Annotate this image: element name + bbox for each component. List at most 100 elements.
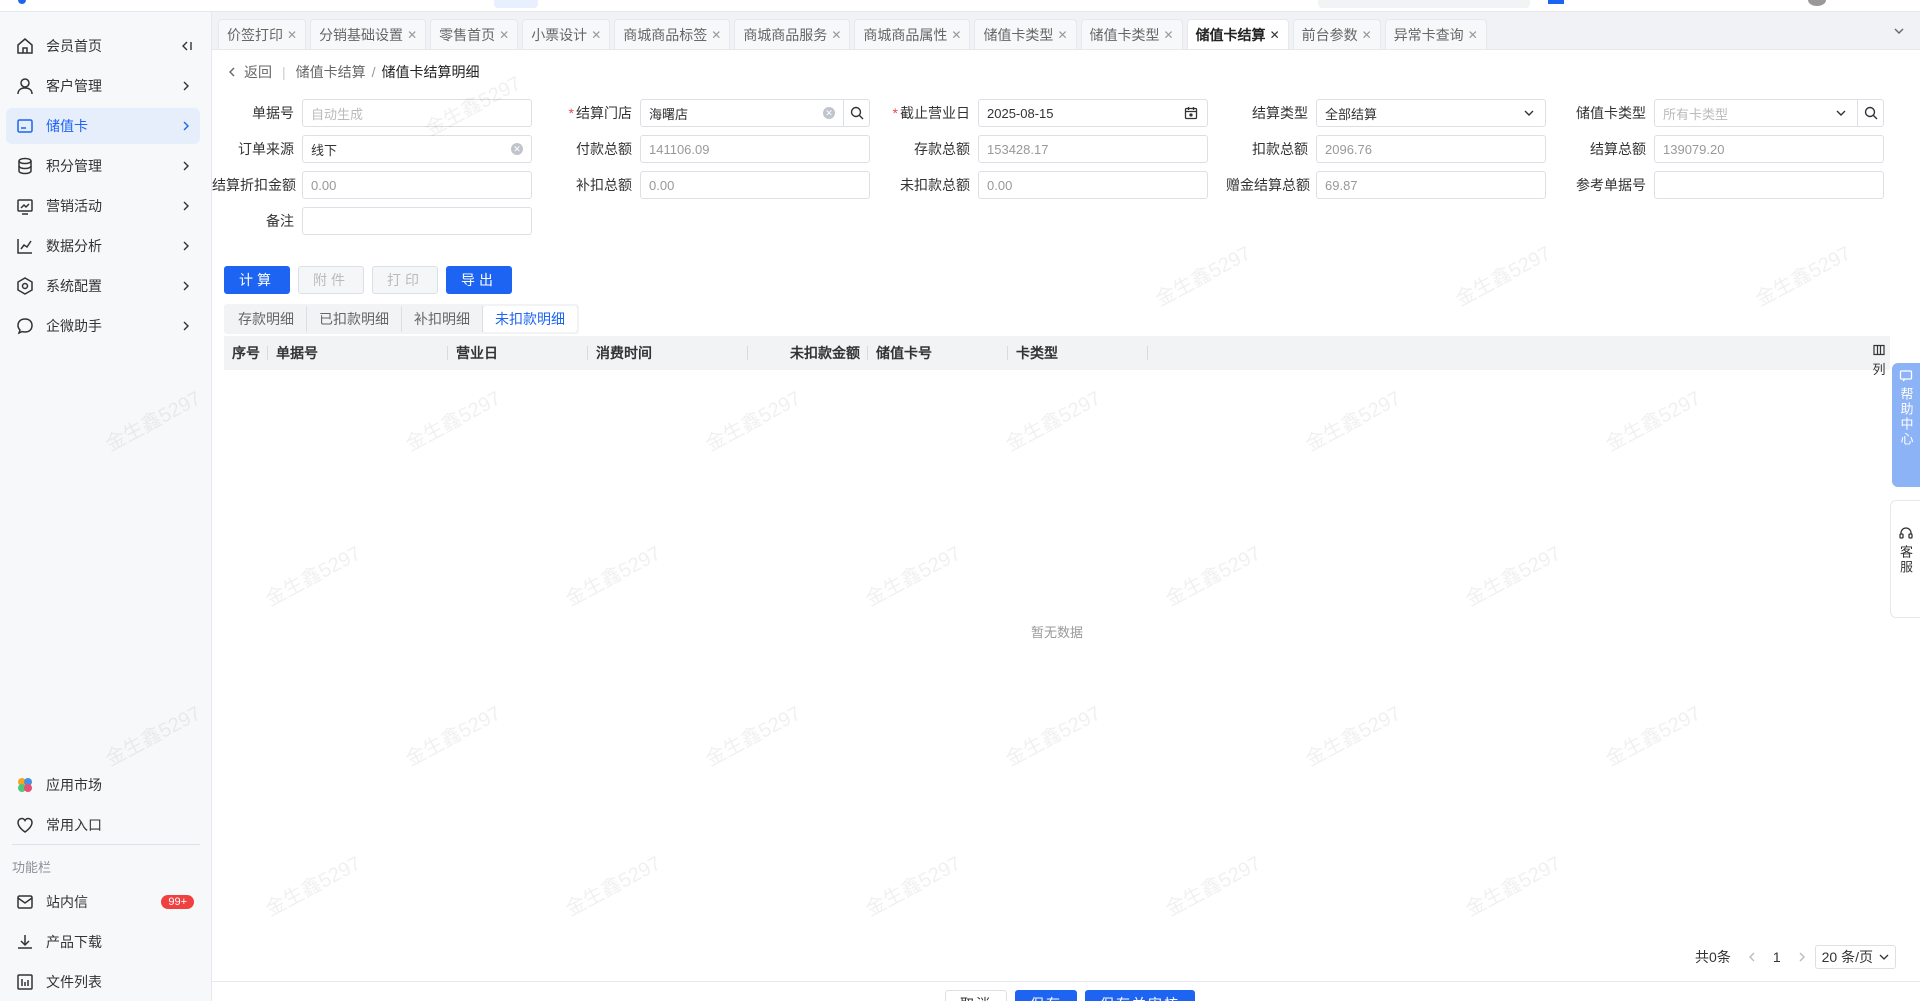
settle-store-input[interactable]: 海曙店 ✕: [640, 99, 870, 127]
save-button[interactable]: 保存: [1015, 990, 1077, 1001]
card-type-select[interactable]: 所有卡类型: [1654, 99, 1884, 127]
pay-total-field: 141106.09: [640, 135, 870, 163]
sidebar-item-settings[interactable]: 系统配置: [6, 268, 200, 304]
breadcrumb-parent[interactable]: 储值卡结算: [296, 62, 366, 82]
col-undeducted-amount[interactable]: 未扣款金额: [748, 336, 868, 370]
sidebar-item-wecom[interactable]: 企微助手: [6, 308, 200, 344]
breadcrumb: 返回 | 储值卡结算 / 储值卡结算明细: [226, 62, 480, 82]
tab-card-type-1[interactable]: 储值卡类型 ✕: [974, 19, 1077, 49]
prev-page-button[interactable]: [1747, 952, 1757, 962]
doc-no-input[interactable]: 自动生成: [302, 99, 532, 127]
close-icon[interactable]: ✕: [287, 28, 297, 42]
chevron-right-icon: [178, 278, 194, 294]
save-and-audit-button[interactable]: 保存并审核: [1085, 990, 1195, 1001]
close-icon[interactable]: ✕: [1164, 28, 1174, 42]
card-type-search-button[interactable]: [1857, 100, 1883, 126]
close-icon[interactable]: ✕: [499, 28, 509, 42]
col-doc-no[interactable]: 单据号: [268, 336, 448, 370]
field-undeducted: 未扣款总额 0.00: [888, 170, 1208, 200]
sidebar-item-stored-card[interactable]: 储值卡: [6, 108, 200, 144]
close-icon[interactable]: ✕: [1057, 28, 1067, 42]
end-date-picker[interactable]: 2025-08-15: [978, 99, 1208, 127]
detail-table: 序号 单据号 营业日 消费时间 未扣款金额 储值卡号 卡类型 列 暂无数据: [224, 336, 1890, 942]
page-size-select[interactable]: 20 条/页: [1814, 945, 1896, 969]
table-header: 序号 单据号 营业日 消费时间 未扣款金额 储值卡号 卡类型: [224, 336, 1890, 370]
tab-mall-product-tags[interactable]: 商城商品标签 ✕: [614, 19, 731, 49]
attachment-button[interactable]: 附件: [298, 266, 364, 294]
tab-mall-product-attributes[interactable]: 商城商品属性 ✕: [854, 19, 971, 49]
ref-doc-input[interactable]: [1654, 171, 1884, 199]
print-button[interactable]: 打印: [372, 266, 438, 294]
calendar-icon[interactable]: [1183, 105, 1199, 121]
close-icon[interactable]: ✕: [1362, 28, 1372, 42]
field-deposit-total: 存款总额 153428.17: [888, 134, 1208, 164]
field-card-type: 储值卡类型 所有卡类型: [1564, 98, 1884, 128]
remark-input[interactable]: [302, 207, 532, 235]
col-card-no[interactable]: 储值卡号: [868, 336, 1008, 370]
clear-icon[interactable]: ✕: [823, 107, 835, 119]
field-end-biz-date: * 截止营业日 2025-08-15: [888, 98, 1208, 128]
col-filler: [1148, 336, 1890, 370]
sidebar-item-files[interactable]: 文件列表: [6, 964, 200, 1000]
clear-icon[interactable]: ✕: [511, 143, 523, 155]
back-button[interactable]: 返回: [226, 62, 272, 82]
global-search[interactable]: [1318, 0, 1530, 8]
top-nav-active[interactable]: [494, 0, 538, 8]
sidebar-item-customers[interactable]: 客户管理: [6, 68, 200, 104]
settle-type-select[interactable]: 全部结算: [1316, 99, 1546, 127]
export-button[interactable]: 导出: [446, 266, 512, 294]
chat-icon: [14, 315, 36, 337]
sidebar-item-favorites[interactable]: 常用入口: [6, 807, 200, 843]
tab-mall-product-services[interactable]: 商城商品服务 ✕: [734, 19, 851, 49]
col-index[interactable]: 序号: [224, 336, 268, 370]
tab-price-tag-print[interactable]: 价签打印 ✕: [218, 19, 307, 49]
page-number[interactable]: 1: [1773, 949, 1781, 965]
column-settings-button[interactable]: 列: [1868, 336, 1890, 386]
close-icon[interactable]: ✕: [1270, 28, 1280, 42]
col-card-type[interactable]: 卡类型: [1008, 336, 1148, 370]
page-content: 返回 | 储值卡结算 / 储值卡结算明细 单据号 自动生成 * 结算门店 海曙店…: [212, 50, 1920, 1001]
close-icon[interactable]: ✕: [831, 28, 841, 42]
footer-bar: 取消 保存 保存并审核: [212, 981, 1920, 1001]
notification-icon[interactable]: [1548, 0, 1564, 4]
settings-icon: [14, 275, 36, 297]
sidebar-item-analytics[interactable]: 数据分析: [6, 228, 200, 264]
help-center-button[interactable]: 帮助中心: [1892, 363, 1920, 487]
tab-front-params[interactable]: 前台参数 ✕: [1292, 19, 1381, 49]
tab-undeducted-detail[interactable]: 未扣款明细: [483, 306, 577, 332]
empty-state: 暂无数据: [1030, 625, 1083, 640]
tab-deposit-detail[interactable]: 存款明细: [226, 306, 307, 332]
col-consume-time[interactable]: 消费时间: [588, 336, 748, 370]
tabs-more-dropdown[interactable]: [1890, 22, 1908, 40]
sidebar-item-home[interactable]: 会员首页: [6, 28, 200, 64]
next-page-button[interactable]: [1797, 952, 1807, 962]
cancel-button[interactable]: 取消: [945, 990, 1007, 1001]
pagination: 共0条 1 20 条/页: [1687, 944, 1896, 970]
tab-distribution-settings[interactable]: 分销基础设置 ✕: [310, 19, 427, 49]
tab-card-type-2[interactable]: 储值卡类型 ✕: [1080, 19, 1183, 49]
close-icon[interactable]: ✕: [951, 28, 961, 42]
sidebar-item-app-market[interactable]: 应用市场: [6, 767, 200, 803]
calculate-button[interactable]: 计算: [224, 266, 290, 294]
tab-supplement-detail[interactable]: 补扣明细: [402, 306, 483, 332]
sidebar-item-messages[interactable]: 站内信 99+: [6, 884, 200, 920]
close-icon[interactable]: ✕: [591, 28, 601, 42]
tab-retail-home[interactable]: 零售首页 ✕: [430, 19, 519, 49]
customer-service-button[interactable]: 客服: [1890, 500, 1920, 618]
tab-receipt-design[interactable]: 小票设计 ✕: [522, 19, 611, 49]
sidebar-item-points[interactable]: 积分管理: [6, 148, 200, 184]
tab-deducted-detail[interactable]: 已扣款明细: [307, 306, 402, 332]
sidebar-item-campaign[interactable]: 营销活动: [6, 188, 200, 224]
close-icon[interactable]: ✕: [1468, 28, 1478, 42]
col-biz-date[interactable]: 营业日: [448, 336, 588, 370]
order-source-select[interactable]: 线下 ✕: [302, 135, 532, 163]
tab-card-settlement[interactable]: 储值卡结算 ✕: [1186, 19, 1289, 49]
tab-abnormal-card-query[interactable]: 异常卡查询 ✕: [1384, 19, 1487, 49]
close-icon[interactable]: ✕: [407, 28, 417, 42]
avatar[interactable]: [1808, 0, 1826, 6]
collapse-left-icon[interactable]: [178, 38, 194, 54]
chevron-right-icon: [178, 198, 194, 214]
store-search-button[interactable]: [843, 100, 869, 126]
sidebar-item-download[interactable]: 产品下载: [6, 924, 200, 960]
close-icon[interactable]: ✕: [711, 28, 721, 42]
